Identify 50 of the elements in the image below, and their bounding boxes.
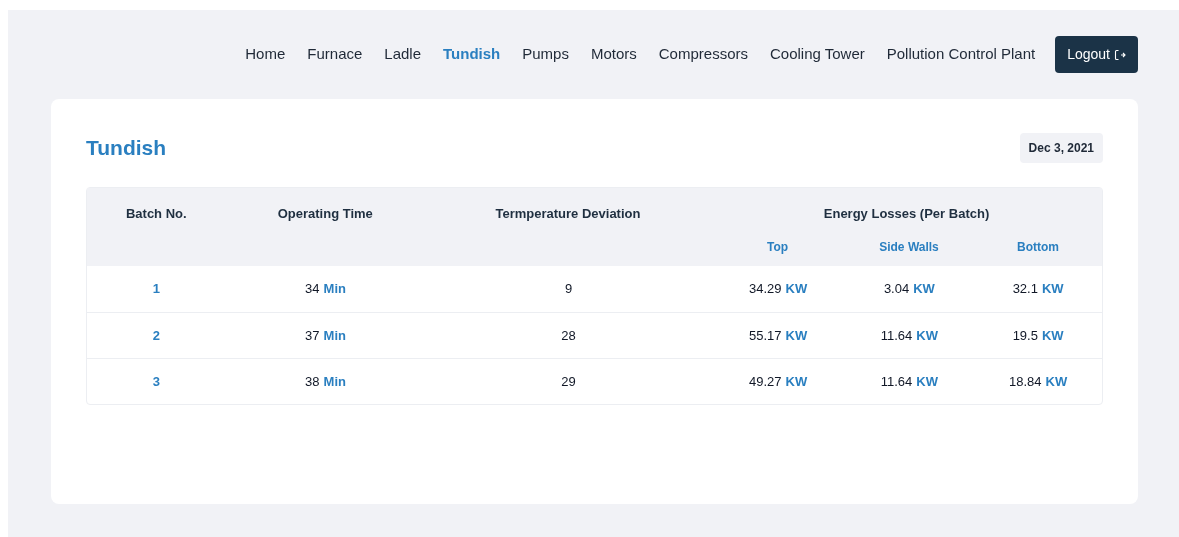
nav-link[interactable]: Furnace [307,43,363,66]
sub-column-header: Top [766,238,789,256]
unit-label: KW [785,326,808,345]
unit-label: Min [323,280,346,299]
unit-label: KW [913,280,935,299]
cell-value: 37 [305,326,320,345]
unit-label: KW [785,372,808,391]
unit-label: KW [916,326,938,345]
cell-value: 11.64 [880,372,913,391]
unit-label: KW [1041,326,1064,345]
logout-button[interactable]: Logout [1055,36,1138,73]
cell-value: 3.04 [883,280,910,299]
date-badge: Dec 3, 2021 [1019,133,1103,163]
nav-link[interactable]: Pumps [522,43,569,66]
cell-value: 9 [564,280,573,299]
unit-label: KW [1041,280,1064,299]
cell-value: 11.64 [880,326,913,345]
nav-link[interactable]: Tundish [443,43,501,66]
nav-link[interactable]: Compressors [658,43,748,66]
column-group-header: Energy Losses (Per Batch) [823,205,990,223]
unit-label: Min [323,372,346,391]
sub-column-header: Side Walls [879,238,939,256]
column-header: Batch No. [125,205,187,223]
nav-link[interactable]: Ladle [384,43,422,66]
unit-label: KW [785,280,808,299]
nav-link[interactable]: Cooling Tower [769,43,865,66]
logout-icon [1114,48,1126,61]
cell-value: 49.27 [749,372,782,391]
column-header: Termperature Deviation [495,205,641,223]
cell-value: 38 [305,372,320,391]
sub-column-header: Bottom [1017,238,1059,256]
batch-number: 3 [152,372,160,391]
unit-label: Min [323,326,346,345]
page-title: Tundish [86,135,167,162]
cell-value: 34 [305,280,320,299]
nav-link[interactable]: Pollution Control Plant [886,43,1036,66]
cell-value: 18.84 [1009,372,1042,391]
cell-value: 29 [561,372,576,391]
batch-number: 1 [152,280,160,299]
cell-value: 55.17 [749,326,782,345]
unit-label: KW [916,372,938,391]
cell-value: 28 [561,326,576,345]
column-header: Operating Time [277,205,373,223]
cell-value: 32.1 [1012,280,1038,299]
unit-label: KW [1045,372,1068,391]
batch-number: 2 [152,326,160,345]
nav-link[interactable]: Home [245,43,286,66]
nav-link[interactable]: Motors [590,43,637,66]
cell-value: 19.5 [1012,326,1038,345]
cell-value: 34.29 [749,280,782,299]
